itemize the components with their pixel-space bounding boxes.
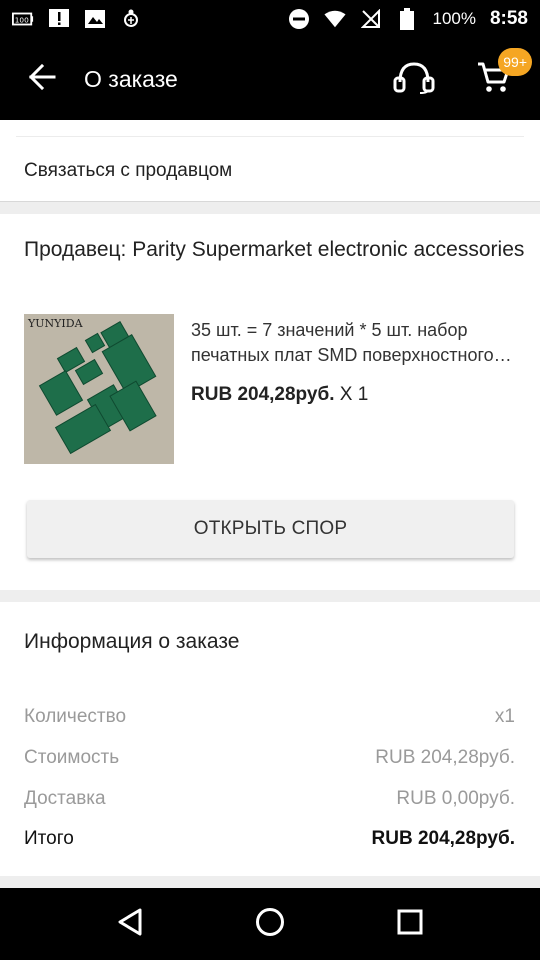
info-value: RUB 204,28руб. [371, 828, 516, 849]
back-button[interactable] [0, 38, 84, 120]
order-info-card: Информация о заказе Количество x1 Стоимо… [0, 602, 540, 876]
price-row: RUB 204,28руб. X 1 [191, 384, 368, 406]
product-price: RUB 204,28руб. [191, 384, 335, 405]
dnd-icon [288, 8, 310, 30]
cart-badge: 99+ [498, 48, 532, 76]
battery-saver-icon: 100 [12, 8, 34, 30]
info-label: Количество [24, 706, 127, 727]
cart-button[interactable]: 99+ [464, 38, 532, 120]
seller-card: Продавец: Parity Supermarket electronic … [0, 214, 540, 590]
status-time: 8:58 [489, 8, 528, 29]
nav-bar [0, 888, 540, 960]
contact-seller-label: Связаться с продавцом [24, 160, 233, 181]
wifi-icon [324, 8, 347, 30]
content: Связаться с продавцом Продавец: Parity S… [0, 120, 540, 888]
recents-square-icon [397, 909, 423, 940]
support-button[interactable] [382, 38, 446, 120]
app-bar: О заказе 99+ [0, 38, 540, 120]
contact-seller-row[interactable]: Связаться с продавцом [0, 120, 540, 202]
info-row-cost: Стоимость RUB 204,28руб. [24, 747, 515, 769]
status-bar: 100 100% 8:58 [0, 0, 540, 38]
info-row-shipping: Доставка RUB 0,00руб. [24, 788, 515, 810]
info-label: Стоимость [24, 747, 120, 768]
seller-name[interactable]: Продавец: Parity Supermarket electronic … [24, 238, 536, 262]
info-row-total: Итого RUB 204,28руб. [24, 828, 515, 850]
battery-icon [396, 8, 418, 30]
svg-text:100: 100 [15, 16, 29, 25]
product-title[interactable]: 35 шт. = 7 значений * 5 шт. набор печатн… [191, 318, 515, 368]
page-title: О заказе [84, 65, 178, 92]
open-dispute-button[interactable]: ОТКРЫТЬ СПОР [27, 500, 514, 558]
thumb-watermark: YUNYIDA [27, 317, 84, 330]
alert-icon [48, 8, 70, 30]
no-signal-icon [360, 8, 382, 30]
info-value: RUB 204,28руб. [375, 747, 515, 768]
info-label: Доставка [24, 788, 106, 809]
nav-back-button[interactable] [100, 894, 160, 954]
battery-percent: 100% [432, 9, 476, 28]
info-row-quantity: Количество x1 [24, 706, 515, 728]
product-quantity: X 1 [334, 384, 369, 405]
order-info-title: Информация о заказе [24, 630, 240, 653]
bug-icon [120, 8, 142, 30]
nav-home-button[interactable] [240, 894, 300, 954]
image-icon [84, 8, 106, 30]
info-label: Итого [24, 828, 74, 849]
back-arrow-icon [28, 63, 56, 95]
nav-recents-button[interactable] [380, 894, 440, 954]
product-thumbnail[interactable]: YUNYIDA [24, 314, 174, 464]
headset-icon [392, 60, 436, 99]
divider [16, 136, 524, 137]
info-value: RUB 0,00руб. [396, 788, 515, 809]
home-circle-icon [255, 907, 285, 942]
back-triangle-icon [117, 908, 143, 941]
info-value: x1 [494, 706, 515, 727]
